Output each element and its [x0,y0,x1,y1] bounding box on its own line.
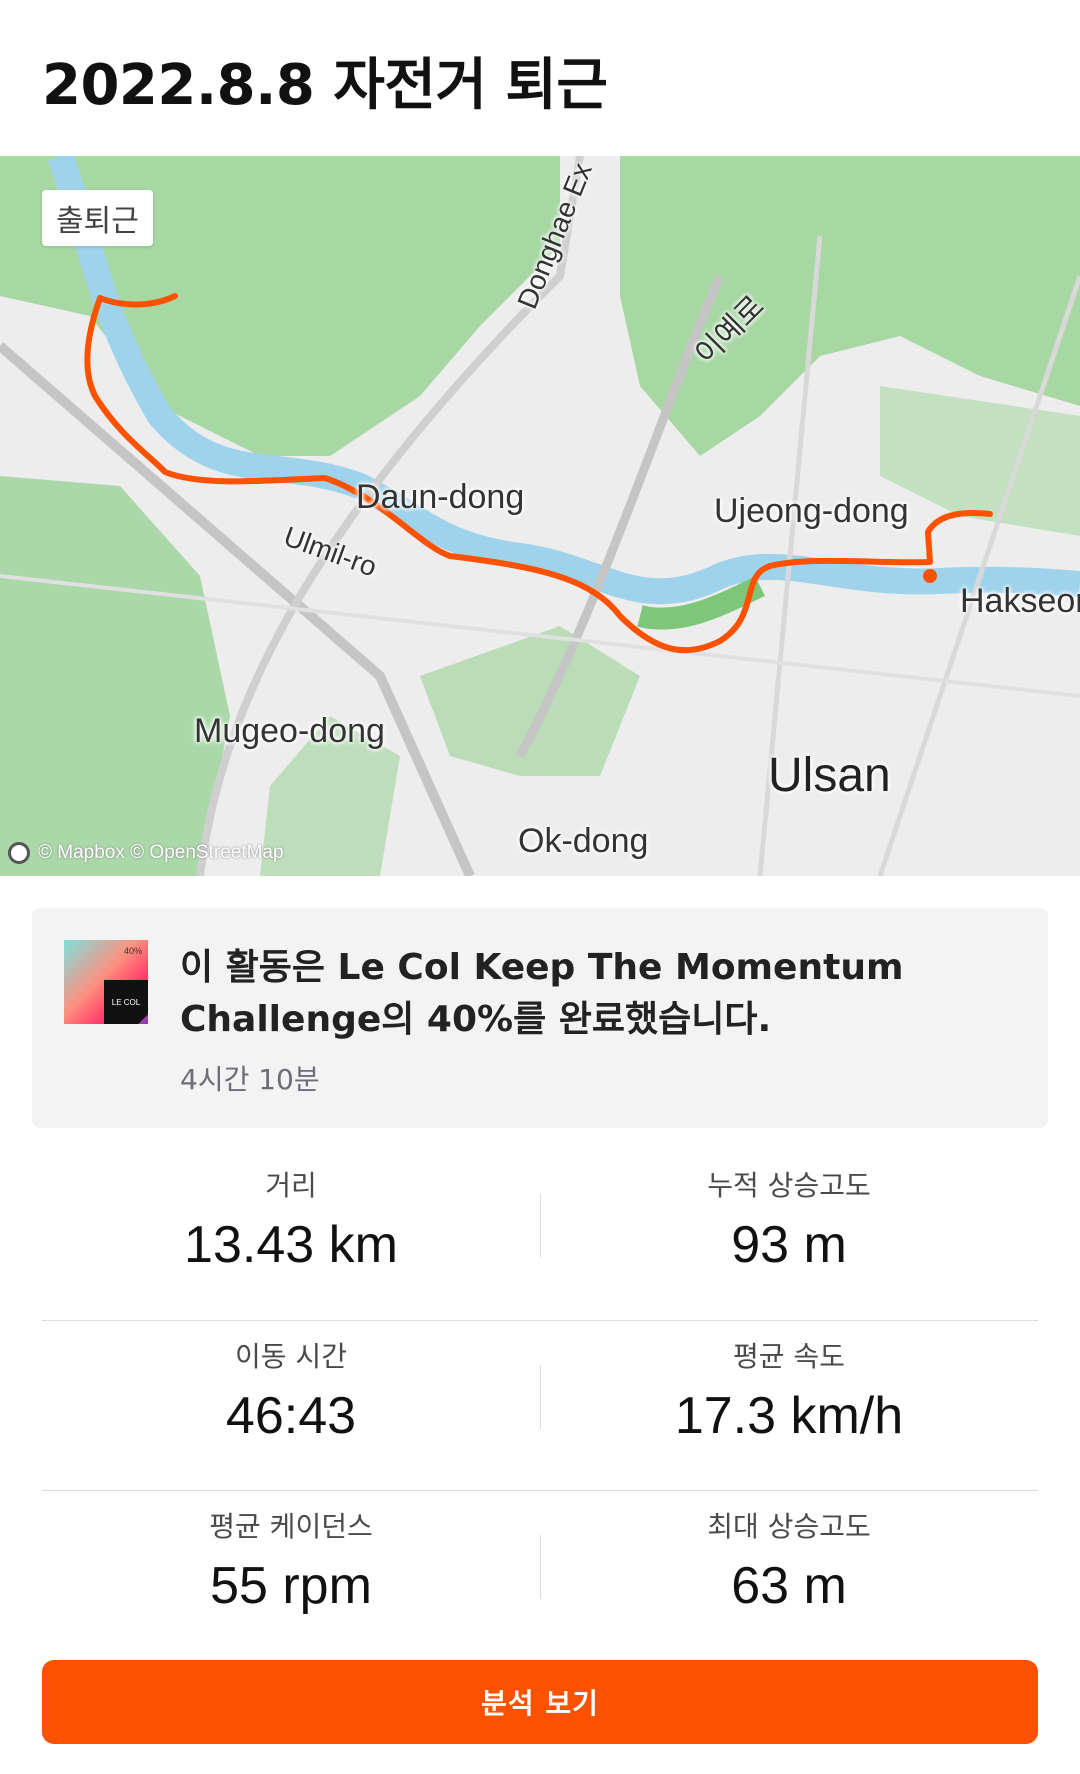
map-label-ulsan: Ulsan [768,749,891,802]
stats-grid: 거리 13.43 km 누적 상승고도 93 m 이동 시간 46:43 평균 … [42,1150,1038,1660]
stat-distance: 거리 13.43 km [184,1169,398,1274]
stat-divider [540,1365,541,1429]
map-label-ujeong: Ujeong-dong [714,492,909,530]
stats-row: 거리 13.43 km 누적 상승고도 93 m [42,1150,1038,1320]
stat-avg-cadence: 평균 케이던스 55 rpm [209,1510,373,1615]
stats-row: 이동 시간 46:43 평균 속도 17.3 km/h [42,1320,1038,1490]
stats-row: 평균 케이던스 55 rpm 최대 상승고도 63 m [42,1490,1038,1660]
map-label-mugeo: Mugeo-dong [194,712,385,750]
map-tag: 출퇴근 [42,190,153,246]
stat-max-elevation: 최대 상승고도 63 m [707,1510,871,1615]
page-title: 2022.8.8 자전거 퇴근 [42,53,608,118]
map-label-hakseong: Hakseor [960,582,1080,620]
challenge-time: 4시간 10분 [180,1063,320,1096]
challenge-badge-icon: 40% LE COL [64,940,148,1024]
stat-moving-time: 이동 시간 46:43 [225,1340,357,1445]
stat-divider [540,1194,541,1258]
stat-divider [540,1535,541,1599]
map-label-daun: Daun-dong [356,478,525,516]
map-attribution[interactable]: © Mapbox © OpenStreetMap [8,842,284,864]
mapbox-icon [8,842,30,864]
stat-avg-speed: 평균 속도 17.3 km/h [674,1340,904,1445]
stat-elevation-gain: 누적 상승고도 93 m [707,1169,871,1274]
map-label-ok: Ok-dong [518,822,649,860]
challenge-card[interactable]: 40% LE COL 이 활동은 Le Col Keep The Momentu… [32,908,1048,1128]
challenge-text: 이 활동은 Le Col Keep The Momentum Challenge… [180,947,904,1040]
analyze-button[interactable]: 분석 보기 [42,1660,1038,1744]
